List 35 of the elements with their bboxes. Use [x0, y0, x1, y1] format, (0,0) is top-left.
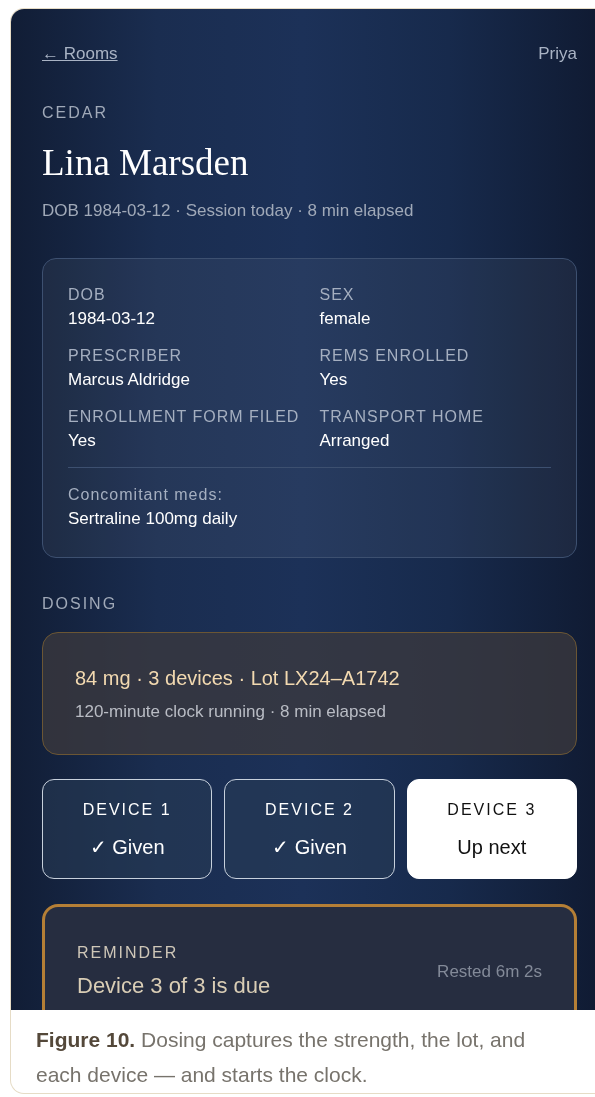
detail-value: Arranged: [319, 429, 391, 452]
detail-label: TRANSPORT HOME: [319, 406, 486, 427]
reminder-label: REMINDER: [77, 943, 180, 963]
detail-label: DOB: [68, 284, 107, 305]
patient-name: Lina Marsden: [42, 140, 250, 185]
figure-caption: Figure 10. Dosing captures the strength, the lot, and each device — and starts the clock.: [35, 1027, 527, 1088]
device-tile[interactable]: DEVICE 3 Up next: [406, 779, 577, 879]
detail-label: Concomitant meds:: [68, 484, 224, 505]
user-name: Priya: [538, 43, 577, 65]
device-label: DEVICE 2: [264, 800, 355, 820]
detail-label: REMS ENROLLED: [319, 345, 471, 366]
detail-value: Sertraline 100mg daily: [68, 507, 239, 530]
detail-value: Yes: [319, 368, 349, 391]
detail-label: PRESCRIBER: [68, 345, 184, 366]
device-label: DEVICE 1: [81, 800, 173, 820]
clock-status: 120-minute clock running · 8 min elapsed: [75, 700, 387, 723]
detail-value: 1984-03-12: [68, 307, 156, 330]
room-label: CEDAR: [42, 102, 109, 123]
device-status: ✓ Given: [88, 835, 166, 860]
patient-summary: DOB 1984-03-12 · Session today · 8 min elapsed: [42, 200, 415, 222]
device-status: ✓ Given: [271, 835, 348, 860]
reminder-message: Device 3 of 3 is due: [77, 972, 271, 1000]
back-link[interactable]: ← Rooms: [42, 41, 118, 67]
rested-time: Rested 6m 2s: [437, 960, 542, 983]
device-tile[interactable]: DEVICE 2 ✓ Given: [224, 779, 395, 879]
section-heading: DOSING: [42, 593, 119, 614]
detail-value: female: [319, 307, 372, 330]
device-tile[interactable]: DEVICE 1 ✓ Given: [42, 779, 213, 879]
detail-label: ENROLLMENT FORM FILED: [68, 406, 300, 427]
detail-value: Yes: [68, 429, 97, 452]
device-status: Up next: [456, 835, 528, 860]
detail-value: Marcus Aldridge: [68, 368, 191, 391]
dosing-summary: 84 mg · 3 devices · Lot LX24–A1742: [75, 665, 401, 691]
device-label: DEVICE 3: [446, 800, 538, 820]
detail-label: SEX: [319, 284, 356, 305]
